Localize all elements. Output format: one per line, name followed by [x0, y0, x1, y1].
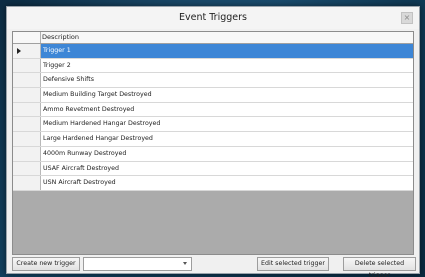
table-row[interactable]: Trigger 2: [13, 58, 413, 74]
event-triggers-dialog: Event Triggers × Description Trigger 1 Tr…: [6, 6, 420, 277]
delete-selected-trigger-button[interactable]: Delete selected trigger: [343, 257, 416, 277]
description-cell[interactable]: USN Aircraft Destroyed: [41, 176, 413, 190]
table-row[interactable]: USAF Aircraft Destroyed: [13, 161, 413, 177]
table-row[interactable]: Medium Hardened Hangar Destroyed: [13, 117, 413, 133]
description-cell[interactable]: Large Hardened Hangar Destroyed: [41, 132, 413, 146]
description-cell[interactable]: Trigger 1: [41, 44, 413, 58]
description-cell[interactable]: 4000m Runway Destroyed: [41, 147, 413, 161]
table-row[interactable]: Defensive Shifts: [13, 73, 413, 89]
column-header-description[interactable]: Description: [42, 33, 79, 41]
edit-selected-trigger-button[interactable]: Edit selected trigger: [257, 257, 329, 271]
row-header[interactable]: [13, 58, 41, 73]
row-header[interactable]: [13, 161, 41, 176]
grid-rows: Trigger 1 Trigger 2 Defensive Shifts Medium…: [13, 44, 413, 191]
row-header[interactable]: [13, 117, 41, 132]
grid-corner-cell[interactable]: [13, 32, 41, 43]
table-row[interactable]: Ammo Revetment Destroyed: [13, 102, 413, 118]
window-title: Event Triggers: [179, 12, 247, 23]
table-row[interactable]: Trigger 1: [13, 44, 413, 59]
description-cell[interactable]: Defensive Shifts: [41, 73, 413, 87]
table-row[interactable]: Medium Building Target Destroyed: [13, 88, 413, 103]
table-row[interactable]: USN Aircraft Destroyed: [13, 176, 413, 191]
row-header[interactable]: [13, 146, 41, 161]
row-header[interactable]: [13, 44, 41, 58]
table-row[interactable]: 4000m Runway Destroyed: [13, 146, 413, 162]
row-header[interactable]: [13, 88, 41, 102]
close-icon[interactable]: ×: [401, 12, 413, 24]
description-cell[interactable]: Trigger 2: [41, 59, 413, 73]
trigger-combo[interactable]: [83, 257, 192, 271]
description-cell[interactable]: Ammo Revetment Destroyed: [41, 103, 413, 117]
row-header[interactable]: [13, 176, 41, 190]
triggers-grid[interactable]: Description Trigger 1 Trigger 2 Defensive …: [12, 31, 414, 255]
row-header[interactable]: [13, 132, 41, 146]
grid-header: Description: [13, 32, 413, 44]
row-header[interactable]: [13, 102, 41, 117]
description-cell[interactable]: Medium Hardened Hangar Destroyed: [41, 117, 413, 131]
title-bar[interactable]: Event Triggers ×: [7, 7, 419, 29]
table-row[interactable]: Large Hardened Hangar Destroyed: [13, 132, 413, 147]
create-new-trigger-button[interactable]: Create new trigger: [12, 257, 80, 271]
bottom-toolbar: Create new trigger Edit selected trigger…: [7, 257, 419, 277]
description-cell[interactable]: Medium Building Target Destroyed: [41, 88, 413, 102]
description-cell[interactable]: USAF Aircraft Destroyed: [41, 162, 413, 176]
row-header[interactable]: [13, 73, 41, 88]
chevron-down-icon[interactable]: [183, 262, 187, 265]
current-row-arrow-icon: [17, 47, 21, 54]
